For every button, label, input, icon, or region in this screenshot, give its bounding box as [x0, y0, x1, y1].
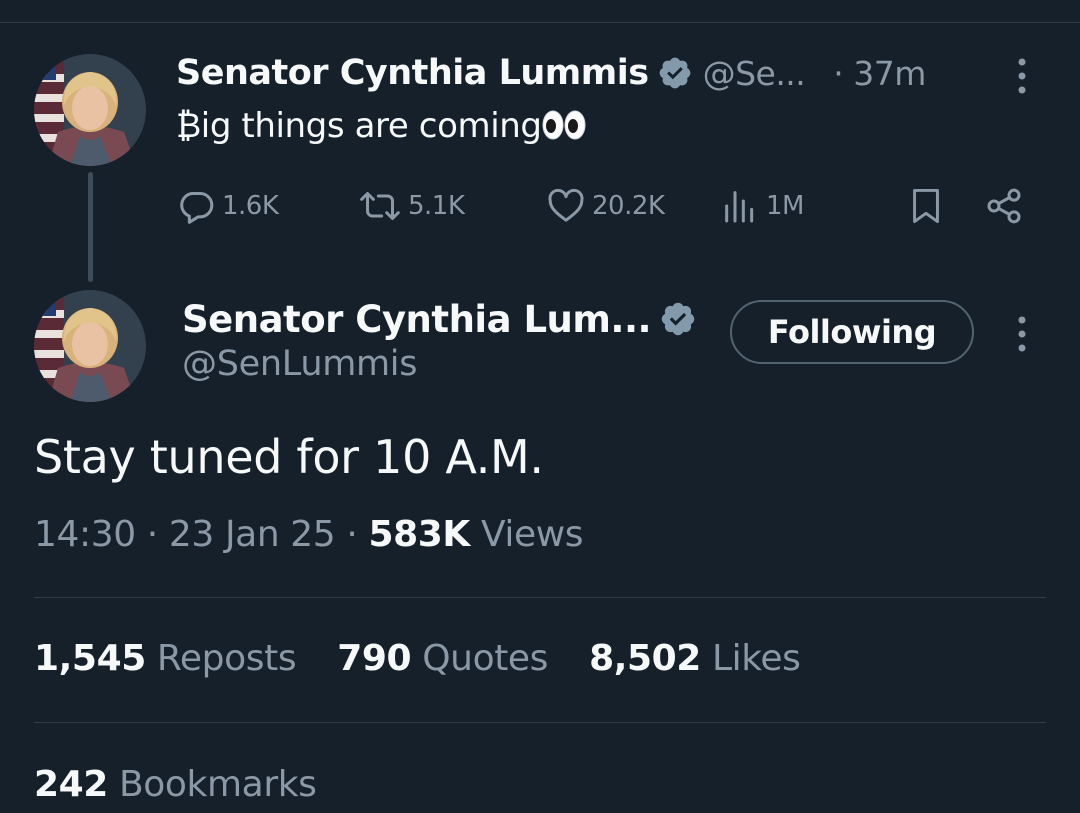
tweet-date[interactable]: 23 Jan 25 [169, 514, 336, 555]
views-count: 583K [368, 514, 470, 555]
quotes-count: 790 [337, 638, 412, 679]
reposts-stat[interactable]: 1,545 Reposts [34, 638, 297, 679]
reply-bubble-icon [180, 192, 214, 224]
parent-tweet-header: Senator Cynthia Lummis @Se... · 37m [176, 50, 1056, 96]
author-name[interactable]: Senator Cynthia Lummis [176, 53, 649, 93]
more-vertical-icon[interactable] [1016, 314, 1028, 354]
separator-dot: · [833, 53, 844, 93]
bookmarks-label: Bookmarks [119, 764, 317, 805]
views-label: Views [480, 514, 584, 555]
share-button[interactable] [984, 186, 1024, 226]
thread-connector-line [88, 172, 93, 282]
avatar[interactable] [34, 54, 146, 166]
more-vertical-icon[interactable] [1016, 56, 1028, 96]
tweet-time[interactable]: 14:30 [34, 514, 136, 555]
tweet-body: ₿ig things are coming [176, 106, 542, 146]
bookmark-button[interactable] [908, 186, 944, 226]
like-count: 20.2K [592, 191, 665, 221]
reposts-count: 1,545 [34, 638, 146, 679]
tweet-metadata: 14:30 · 23 Jan 25 · 583K Views [34, 514, 584, 555]
reply-count: 1.6K [222, 191, 279, 221]
separator-dot: · [346, 514, 358, 555]
author-handle[interactable]: @SenLummis [182, 344, 417, 384]
top-divider [0, 22, 1080, 23]
author-handle[interactable]: @Se... [703, 54, 806, 93]
divider [34, 597, 1046, 598]
following-button[interactable]: Following [730, 300, 974, 364]
verified-badge-icon[interactable] [657, 55, 693, 91]
main-tweet-text: Stay tuned for 10 A.M. [34, 430, 544, 484]
main-tweet-name-row: Senator Cynthia Lum... [182, 294, 697, 344]
likes-stat[interactable]: 8,502 Likes [589, 638, 801, 679]
author-name[interactable]: Senator Cynthia Lum... [182, 298, 652, 341]
repost-icon [360, 192, 400, 220]
quotes-stat[interactable]: 790 Quotes [337, 638, 548, 679]
reposts-label: Reposts [156, 638, 297, 679]
likes-count: 8,502 [589, 638, 701, 679]
verified-badge-icon[interactable] [659, 300, 697, 338]
divider [34, 722, 1046, 723]
time-value: 37m [853, 53, 926, 93]
parent-tweet-text: ₿ig things are coming [176, 106, 586, 150]
tweet-timestamp[interactable]: · 37m [833, 54, 926, 93]
analytics-bars-icon [725, 191, 754, 223]
reply-button[interactable]: 1.6K [176, 184, 279, 228]
repost-button[interactable]: 5.1K [358, 184, 465, 228]
likes-label: Likes [712, 638, 801, 679]
share-icon [987, 188, 1021, 224]
quotes-label: Quotes [422, 638, 549, 679]
bookmark-icon [913, 188, 939, 224]
views-count: 1M [766, 191, 804, 221]
repost-count: 5.1K [408, 191, 465, 221]
like-button[interactable]: 20.2K [546, 184, 665, 228]
avatar[interactable] [34, 290, 146, 402]
heart-icon [548, 188, 584, 222]
eyes-emoji-icon [542, 109, 586, 150]
bookmarks-count: 242 [34, 764, 108, 805]
separator-dot: · [146, 514, 158, 555]
bookmarks-stat[interactable]: 242 Bookmarks [34, 764, 317, 805]
engagement-stats: 1,545 Reposts 790 Quotes 8,502 Likes [34, 638, 831, 679]
views-button[interactable]: 1M [720, 184, 804, 228]
